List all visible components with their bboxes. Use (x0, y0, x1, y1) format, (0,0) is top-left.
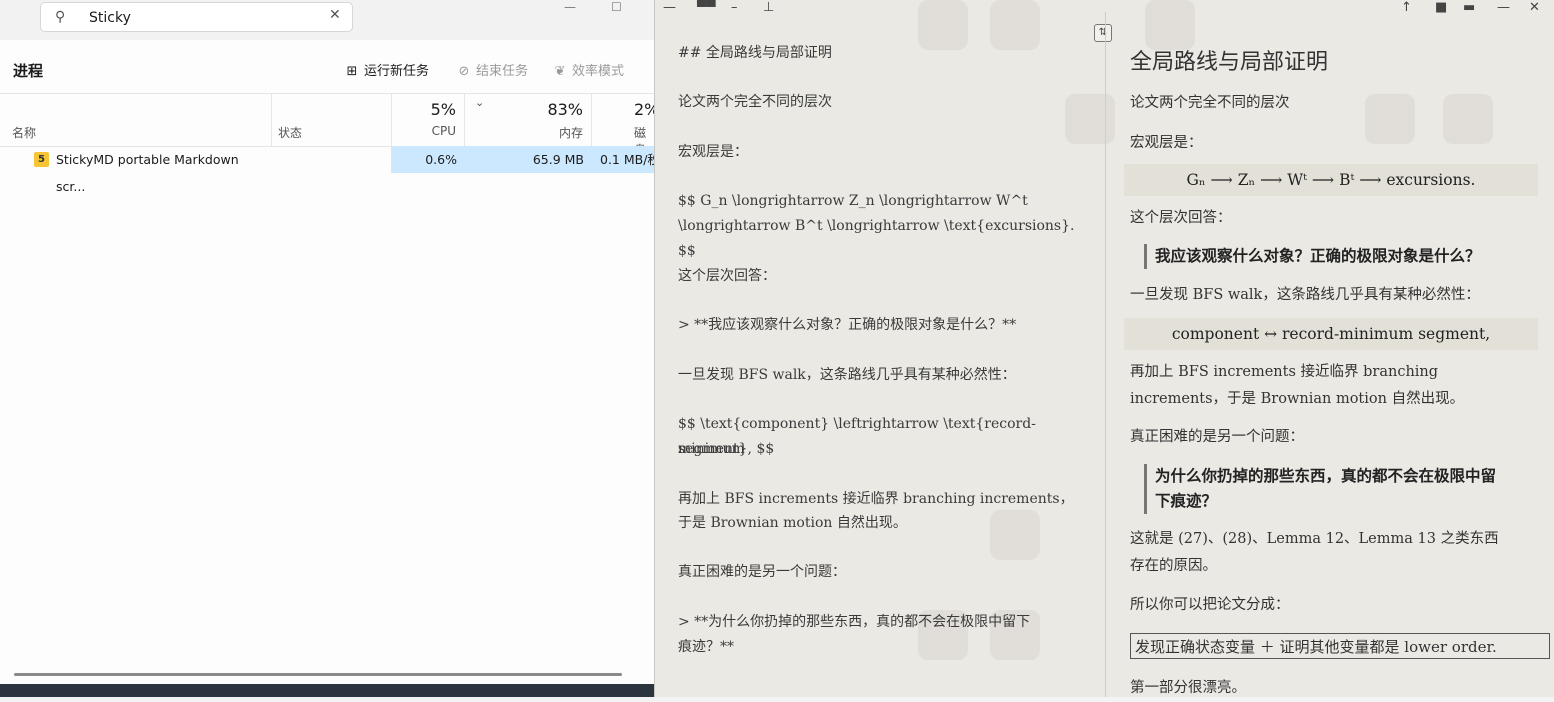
title-bar: ⚲ ✕ — ☐ (0, 0, 654, 40)
preview-paragraph: 第一部分很漂亮。 (1130, 680, 1246, 696)
math-block: Gₙ ⟶ Zₙ ⟶ Wᵗ ⟶ Bᵗ ⟶ excursions. (1124, 164, 1538, 196)
column-headers: 名称 状态 5% CPU ⌄ 83% 内存 2% 磁盘 (0, 94, 654, 147)
preview-paragraph: 宏观层是： (1130, 135, 1203, 151)
markdown-preview: 全局路线与局部证明 论文两个完全不同的层次 宏观层是： Gₙ ⟶ Zₙ ⟶ Wᵗ… (1105, 12, 1554, 697)
end-task-button[interactable]: ⊘ 结束任务 (456, 60, 528, 79)
add-task-icon: ⊞ (346, 64, 358, 79)
process-memory: 65.9 MB (464, 146, 591, 173)
editor-line: > **为什么你扔掉的那些东西，真的都不会在极限中留下 (678, 614, 1031, 630)
efficiency-mode-button[interactable]: ❦ 效率模式 (552, 60, 624, 79)
preview-heading: 全局路线与局部证明 (1130, 50, 1329, 75)
minimize-icon[interactable]: — (564, 0, 576, 14)
preview-paragraph: 所以你可以把论文分成： (1130, 597, 1290, 613)
markdown-editor[interactable]: ## 全局路线与局部证明 论文两个完全不同的层次 宏观层是： $$ G_n \l… (655, 12, 1104, 697)
editor-line: 痕迹？** (678, 639, 734, 655)
blockquote: 为什么你扔掉的那些东西，真的都不会在极限中留 下痕迹？ (1144, 464, 1535, 514)
preview-paragraph: 一旦发现 BFS walk，这条路线几乎具有某种必然性： (1130, 287, 1480, 303)
boxed-formula: 发现正确状态变量 ＋ 证明其他变量都是 lower order. (1130, 633, 1550, 659)
horizontal-scrollbar[interactable] (14, 673, 622, 676)
run-new-task-button[interactable]: ⊞ 运行新任务 (344, 60, 429, 79)
editor-line: > **我应该观察什么对象？正确的极限对象是什么？** (678, 317, 1017, 333)
page-header: 进程 ⊞ 运行新任务 ⊘ 结束任务 ❦ 效率模式 (0, 45, 654, 94)
editor-line: 于是 Brownian motion 自然出现。 (678, 515, 907, 531)
column-name[interactable]: 名称 (0, 94, 271, 146)
stickymd-window: — ▀▀ – ⊥ ↑ ■ ▬ — ✕ ⇅ ## 全局路线与局部证明 论文两个完全… (654, 0, 1554, 697)
editor-line: 宏观层是： (678, 144, 748, 160)
editor-line: 这个层次回答： (678, 268, 776, 284)
math-block: component ↔ record-minimum segment, (1124, 318, 1538, 350)
editor-line: 真正困难的是另一个问题： (678, 564, 846, 580)
search-box[interactable]: ⚲ ✕ (40, 2, 353, 32)
search-icon: ⚲ (55, 9, 66, 25)
editor-line: 一旦发现 BFS walk，这条路线几乎具有某种必然性： (678, 367, 1016, 383)
preview-paragraph: 这个层次回答： (1130, 210, 1232, 226)
process-name: StickyMD portable Markdown scr... (56, 152, 239, 194)
column-cpu[interactable]: 5% CPU (391, 94, 464, 146)
preview-paragraph: 存在的原因。 (1130, 558, 1217, 574)
process-cpu: 0.6% (391, 146, 464, 173)
blockquote: 我应该观察什么对象？正确的极限对象是什么？ (1144, 244, 1535, 269)
maximize-icon[interactable]: ☐ (611, 0, 622, 14)
page-title: 进程 (13, 62, 44, 80)
preview-paragraph: 这就是 (27)、(28)、Lemma 12、Lemma 13 之类东西 (1130, 531, 1499, 547)
editor-line: \longrightarrow B^t \longrightarrow \tex… (678, 218, 1075, 259)
desktop-strip (0, 684, 654, 697)
editor-line: segment}, $$ (678, 441, 775, 457)
editor-line: $$ G_n \longrightarrow Z_n \longrightarr… (678, 193, 1028, 209)
process-status (271, 146, 391, 173)
editor-heading: ## 全局路线与局部证明 (678, 45, 832, 61)
editor-line: 再加上 BFS increments 接近临界 branching increm… (678, 491, 1074, 507)
sort-chevron-icon: ⌄ (475, 96, 485, 109)
leaf-icon: ❦ (554, 64, 566, 79)
clear-icon[interactable]: ✕ (329, 7, 341, 23)
table-row[interactable]: 5 StickyMD portable Markdown scr... 0.6%… (0, 146, 654, 194)
editor-line: 论文两个完全不同的层次 (678, 94, 832, 110)
end-task-icon: ⊘ (458, 64, 470, 79)
process-disk: 0.1 MB/秒 (591, 146, 654, 173)
column-memory[interactable]: ⌄ 83% 内存 (464, 94, 591, 146)
column-status[interactable]: 状态 (271, 94, 391, 146)
preview-paragraph: 论文两个完全不同的层次 (1130, 95, 1290, 111)
preview-paragraph: 真正困难的是另一个问题： (1130, 429, 1304, 445)
task-manager-window: ⚲ ✕ — ☐ 进程 ⊞运行新任务 ⊘结束任务 ❦效率模式 名称 状态 5% C… (0, 0, 654, 697)
stickymd-app-icon: 5 (34, 152, 49, 167)
column-disk[interactable]: 2% 磁盘 (591, 94, 654, 146)
preview-paragraph: increments，于是 Brownian motion 自然出现。 (1130, 391, 1465, 407)
preview-paragraph: 再加上 BFS increments 接近临界 branching (1130, 364, 1439, 380)
search-input[interactable] (87, 7, 331, 29)
